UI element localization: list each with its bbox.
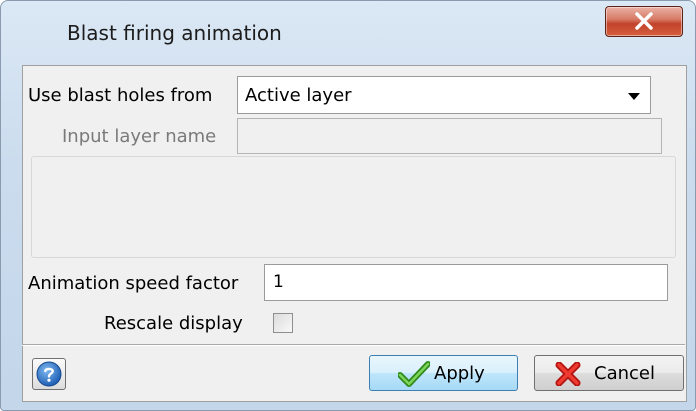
input-layer-label: Input layer name <box>62 126 217 147</box>
speed-factor-field[interactable]: 1 <box>264 264 668 301</box>
input-layer-field[interactable] <box>237 118 662 154</box>
x-mark-icon <box>555 362 581 386</box>
cancel-label: Cancel <box>594 363 655 384</box>
cancel-button[interactable]: Cancel <box>534 355 684 391</box>
apply-button[interactable]: Apply <box>369 355 518 391</box>
checkmark-icon <box>398 361 430 387</box>
apply-label: Apply <box>434 363 485 384</box>
title-bar[interactable]: Blast firing animation <box>1 1 695 65</box>
window-title: Blast firing animation <box>67 21 282 45</box>
help-button[interactable] <box>32 358 66 390</box>
close-button[interactable] <box>605 6 683 37</box>
rescale-display-label: Rescale display <box>104 313 243 334</box>
blast-holes-value: Active layer <box>245 85 352 106</box>
speed-factor-value: 1 <box>273 272 284 292</box>
speed-factor-label: Animation speed factor <box>28 273 239 294</box>
chevron-down-icon <box>628 93 640 100</box>
blast-holes-select[interactable]: Active layer <box>237 76 651 114</box>
close-icon <box>635 12 653 30</box>
blast-holes-label: Use blast holes from <box>28 85 213 106</box>
rescale-display-checkbox[interactable] <box>273 313 293 333</box>
empty-panel <box>31 156 676 258</box>
divider <box>22 344 685 346</box>
help-icon <box>36 361 62 387</box>
